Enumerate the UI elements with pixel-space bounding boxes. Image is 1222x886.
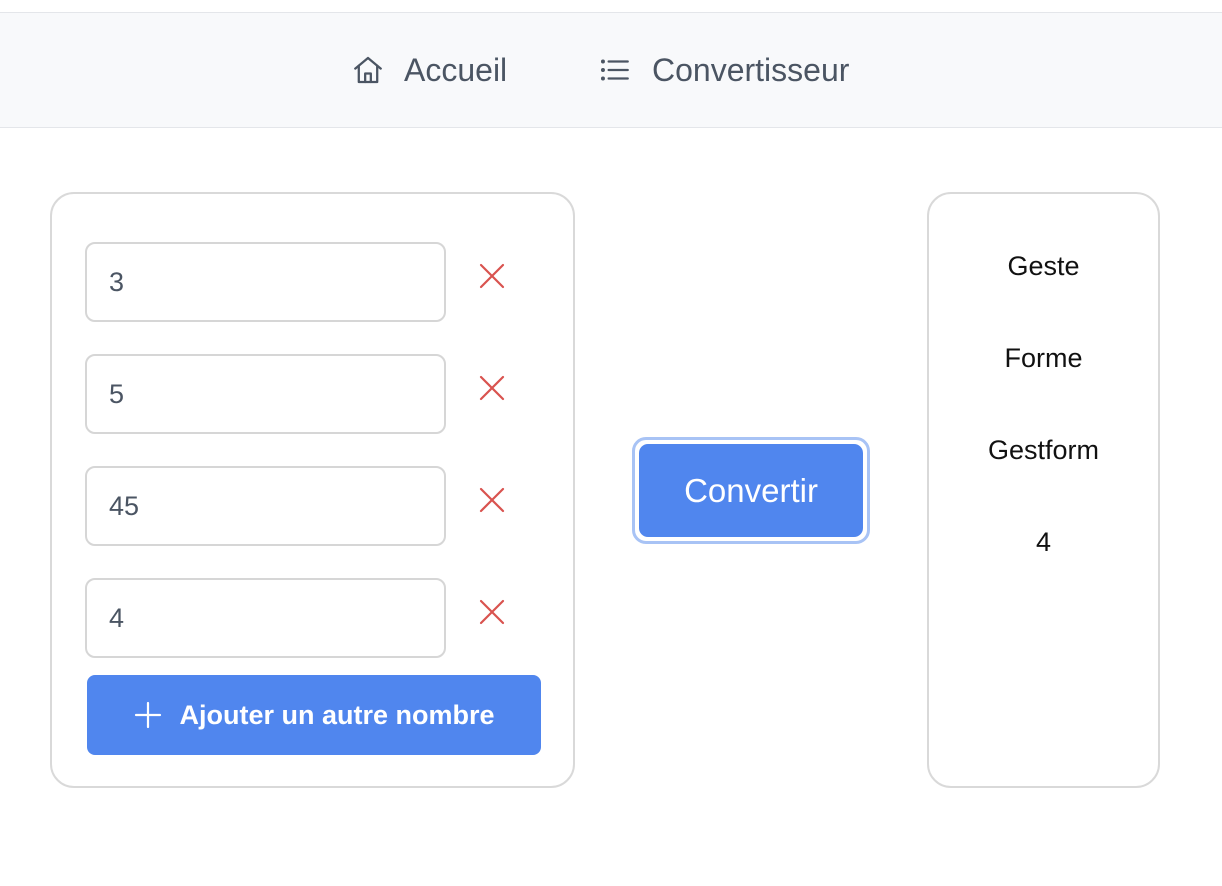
nav-item-label: Accueil [404, 51, 508, 88]
results-panel: Geste Forme Gestform 4 [927, 192, 1160, 788]
number-input[interactable] [85, 242, 446, 322]
close-icon[interactable] [477, 373, 507, 403]
close-icon[interactable] [477, 485, 507, 515]
result-item: 4 [1035, 527, 1052, 557]
nav-item-convertisseur[interactable]: Convertisseur [597, 13, 849, 127]
result-item: Geste [1007, 251, 1080, 281]
close-icon[interactable] [477, 597, 507, 627]
top-navbar: Accueil Convertisseur [0, 12, 1222, 128]
convert-button-focus-ring: Convertir [632, 437, 870, 544]
number-input[interactable] [85, 578, 446, 658]
number-row [85, 242, 525, 322]
nav-item-accueil[interactable]: Accueil [350, 13, 507, 127]
number-row [85, 354, 525, 434]
numbers-panel: Ajouter un autre nombre [50, 192, 575, 788]
number-row [85, 578, 525, 658]
number-row [85, 466, 525, 546]
result-item: Gestform [987, 435, 1100, 465]
plus-icon [133, 700, 163, 730]
nav-item-label: Convertisseur [652, 51, 850, 88]
close-icon[interactable] [477, 261, 507, 291]
number-input[interactable] [85, 466, 446, 546]
convert-button[interactable]: Convertir [639, 444, 863, 537]
number-input[interactable] [85, 354, 446, 434]
add-number-button[interactable]: Ajouter un autre nombre [87, 675, 541, 755]
list-icon [597, 52, 633, 88]
add-number-label: Ajouter un autre nombre [179, 699, 495, 730]
result-item: Forme [1004, 343, 1083, 373]
home-icon [350, 52, 386, 88]
